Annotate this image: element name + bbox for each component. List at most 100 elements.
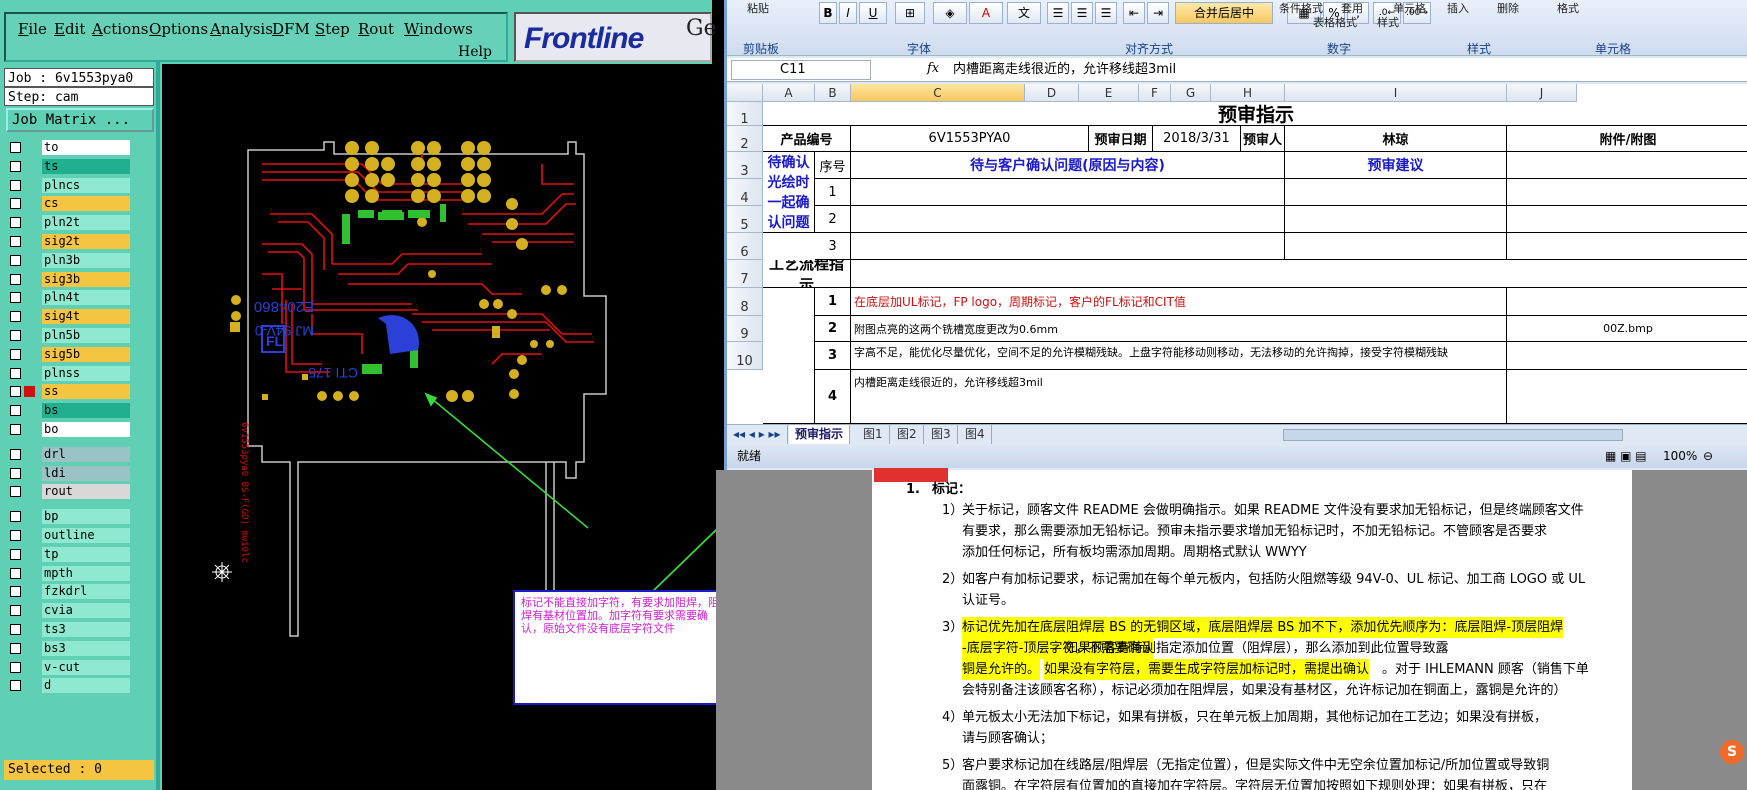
column-header-C[interactable]: C: [851, 84, 1025, 102]
annotation-note: 标记不能直接加字符，有要求加阻焊，阻焊有基材位置加。加字符有要求需要确认，原始文…: [513, 590, 727, 705]
italic-button[interactable]: I: [839, 2, 857, 24]
fill-color-button[interactable]: ◈: [933, 2, 967, 24]
date-value[interactable]: 2018/3/31: [1153, 126, 1241, 152]
document-page[interactable]: 1. 标记： 1） 关于标记，顾客文件 README 会做明确指示。如果 README…: [872, 468, 1632, 790]
flow-attachment-cell[interactable]: 00Z.bmp: [1507, 316, 1747, 342]
flow-instruction-cell[interactable]: 字高不足，能优化尽量优化，空间不足的允许模糊残缺。上盘字符能移动则移动，无法移动…: [851, 342, 1507, 370]
process-flow-header-blank[interactable]: [851, 260, 1747, 288]
reviewer-label[interactable]: 预审人: [1241, 126, 1285, 152]
fx-icon[interactable]: fx: [927, 61, 939, 76]
flow-attachment-cell[interactable]: [1507, 288, 1747, 316]
zoom-level[interactable]: 100%: [1663, 444, 1697, 468]
flow-instruction-cell[interactable]: 在底层加UL标记，FP logo，周期标记，客户的FL标记和CIT值: [851, 288, 1507, 316]
row-header-4[interactable]: 4: [727, 179, 763, 206]
indent-increase-icon[interactable]: ⇥: [1147, 2, 1169, 24]
zoom-out-icon[interactable]: ⊖: [1703, 444, 1713, 468]
align-left-icon[interactable]: ☰: [1047, 2, 1069, 24]
select-all-corner[interactable]: [727, 84, 763, 102]
flow-seq-cell[interactable]: 2: [815, 316, 851, 342]
column-header-A[interactable]: A: [763, 84, 815, 102]
flow-seq-cell[interactable]: 3: [815, 342, 851, 370]
column-header-F[interactable]: F: [1139, 84, 1171, 102]
name-box[interactable]: C11: [731, 60, 871, 80]
date-label[interactable]: 预审日期: [1089, 126, 1153, 152]
worksheet-grid[interactable]: A B C D E F G H I J 1 2 3 4 5 6 7 8 9 10 预审指示 产品编号 6V1553PYA0 预…: [727, 84, 1747, 424]
issue-cell[interactable]: [851, 233, 1285, 260]
process-flow-left-blank[interactable]: [763, 288, 815, 424]
column-header-J[interactable]: J: [1507, 84, 1577, 102]
seq-header[interactable]: 序号: [815, 152, 851, 179]
row-header-8[interactable]: 8: [727, 288, 763, 316]
seq-cell[interactable]: 1: [815, 179, 851, 206]
indent-decrease-icon[interactable]: ⇤: [1123, 2, 1145, 24]
tab-scroll-arrows-icon[interactable]: ◂◂ ◂ ▸ ▸▸: [727, 425, 788, 444]
tab-sheet-4[interactable]: 图4: [959, 425, 992, 444]
row-header-3[interactable]: 3: [727, 152, 763, 179]
attachment-cell[interactable]: [1507, 233, 1747, 260]
product-label[interactable]: 产品编号: [763, 126, 851, 152]
flow-seq-cell[interactable]: 4: [815, 370, 851, 424]
advice-cell[interactable]: [1285, 179, 1507, 206]
border-button[interactable]: ⊞: [895, 2, 925, 24]
reviewer-value[interactable]: 林琼: [1285, 126, 1507, 152]
attachment-cell[interactable]: [1507, 179, 1747, 206]
attachment-label[interactable]: 附件/附图: [1507, 126, 1747, 152]
view-buttons-icon[interactable]: ▦ ▣ ▤: [1605, 444, 1647, 468]
flow-instruction-cell[interactable]: 内槽距离走线很近的，允许移线超3mil: [851, 370, 1507, 424]
formula-input[interactable]: 内槽距离走线很近的，允许移线超3mil: [953, 60, 1176, 80]
sheet-title[interactable]: 预审指示: [763, 102, 1747, 126]
column-header-H[interactable]: H: [1211, 84, 1285, 102]
horizontal-scrollbar[interactable]: [1283, 429, 1623, 441]
review-advice-header[interactable]: 预审建议: [1285, 152, 1507, 179]
column-header-E[interactable]: E: [1079, 84, 1139, 102]
process-flow-label[interactable]: 工艺流程指示: [763, 260, 851, 288]
row-header-1[interactable]: 1: [727, 102, 763, 127]
tab-sheet-0[interactable]: 预审指示: [789, 425, 851, 444]
paste-button[interactable]: 粘贴: [747, 0, 769, 16]
row-header-6[interactable]: 6: [727, 233, 763, 260]
merge-center-button[interactable]: 合并后居中: [1175, 2, 1273, 24]
format-button[interactable]: 格式: [1557, 0, 1579, 16]
advice-cell[interactable]: [1285, 233, 1507, 260]
pending-issues-header[interactable]: 待与客户确认问题(原因与内容): [851, 152, 1285, 179]
attachment-cell[interactable]: [1507, 206, 1747, 233]
product-value[interactable]: 6V1553PYA0: [851, 126, 1089, 152]
tab-sheet-3[interactable]: 图3: [925, 425, 958, 444]
column-header-I[interactable]: I: [1285, 84, 1507, 102]
flow-attachment-cell[interactable]: [1507, 370, 1747, 424]
insert-button[interactable]: 插入: [1447, 0, 1469, 16]
align-center-icon[interactable]: ☰: [1071, 2, 1093, 24]
row-header-5[interactable]: 5: [727, 206, 763, 233]
underline-button[interactable]: U: [859, 2, 887, 24]
bold-button[interactable]: B: [819, 2, 837, 24]
delete-button[interactable]: 删除: [1497, 0, 1519, 16]
row-header-2[interactable]: 2: [727, 126, 763, 152]
pending-issues-label[interactable]: 待确认光绘时一起确认问题: [763, 152, 815, 233]
column-header-D[interactable]: D: [1025, 84, 1079, 102]
seq-cell[interactable]: 3: [815, 233, 851, 260]
font-color-button[interactable]: A: [969, 2, 1003, 24]
advice-cell[interactable]: [1285, 206, 1507, 233]
flow-instruction-cell[interactable]: 附图点亮的这两个铣槽宽度更改为0.6mm: [851, 316, 1507, 342]
row-header-9[interactable]: 9: [727, 316, 763, 342]
row-header-10[interactable]: 10: [727, 342, 763, 370]
ime-icon[interactable]: S: [1720, 740, 1744, 764]
tab-sheet-1[interactable]: 图1: [857, 425, 890, 444]
flow-seq-cell[interactable]: 1: [815, 288, 851, 316]
issue-cell[interactable]: [851, 179, 1285, 206]
column-header-B[interactable]: B: [815, 84, 851, 102]
status-ready: 就绪: [737, 449, 762, 463]
align-right-icon[interactable]: ☰: [1095, 2, 1117, 24]
list-text-line: 客户要求标记加在线路层/阻焊层（无指定位置），但是实际文件中无空余位置加标记/所…: [962, 758, 1550, 773]
attachment-cell[interactable]: [1507, 152, 1747, 179]
issue-cell[interactable]: [851, 206, 1285, 233]
row-header-7[interactable]: 7: [727, 260, 763, 288]
list-text-line: 面露铜。在字符层有位置加的直接加在字符层。字符层无位置加按照如下规则处理：如果有…: [962, 779, 1548, 790]
phonetic-button[interactable]: 文: [1007, 2, 1041, 24]
flow-attachment-cell[interactable]: [1507, 342, 1747, 370]
tab-sheet-2[interactable]: 图2: [891, 425, 924, 444]
group-clipboard: 剪贴板: [743, 42, 780, 56]
seq-cell[interactable]: 2: [815, 206, 851, 233]
group-number: 数字: [1327, 42, 1352, 56]
column-header-G[interactable]: G: [1171, 84, 1211, 102]
